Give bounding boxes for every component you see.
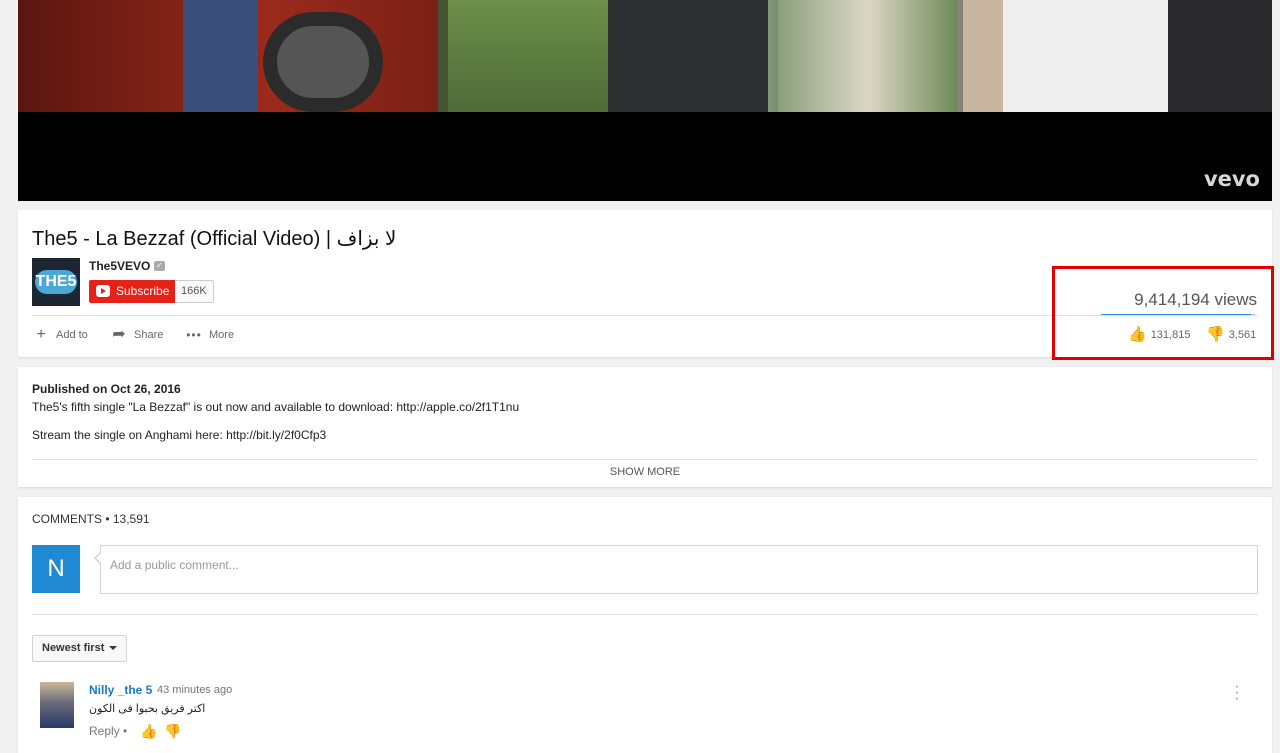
subscribe-label: Subscribe bbox=[116, 284, 170, 298]
video-player[interactable]: vevo bbox=[18, 0, 1272, 201]
more-label: More bbox=[209, 329, 235, 341]
subscriber-count: 166K bbox=[175, 280, 214, 303]
comments-card: COMMENTS • 13,591 N Add a public comment… bbox=[18, 497, 1272, 753]
comment-thumbs-up-icon[interactable]: 👍 bbox=[140, 723, 157, 740]
youtube-play-icon bbox=[96, 285, 110, 297]
subscribe-button[interactable]: Subscribe bbox=[89, 280, 177, 303]
stats-highlight-box bbox=[1052, 266, 1274, 360]
divider bbox=[32, 614, 1258, 615]
add-to-button[interactable]: + Add to bbox=[32, 326, 88, 344]
comment-input[interactable]: Add a public comment... bbox=[94, 545, 1258, 594]
comment-menu-icon[interactable]: · · · bbox=[1233, 679, 1241, 707]
plus-icon: + bbox=[36, 326, 46, 344]
description-line: The5's fifth single "La Bezzaf" is out n… bbox=[32, 400, 520, 414]
share-label: Share bbox=[134, 329, 164, 341]
published-date: Published on Oct 26, 2016 bbox=[32, 382, 181, 396]
description-line: Stream the single on Anghami here: http:… bbox=[32, 428, 327, 442]
vevo-watermark: vevo bbox=[1203, 167, 1260, 191]
share-button[interactable]: ➦ Share bbox=[110, 326, 163, 344]
add-to-label: Add to bbox=[56, 329, 88, 341]
more-button[interactable]: ••• More bbox=[185, 326, 234, 344]
channel-avatar[interactable]: THE5 bbox=[32, 258, 80, 306]
description-card: Published on Oct 26, 2016 The5's fifth s… bbox=[18, 367, 1272, 487]
channel-logo: THE5 bbox=[35, 270, 77, 294]
comment-time[interactable]: 43 minutes ago bbox=[157, 684, 232, 696]
video-title: The5 - La Bezzaf (Official Video) | لا ب… bbox=[32, 228, 397, 250]
commenter-avatar[interactable] bbox=[40, 682, 74, 728]
comment-thumbs-down-icon[interactable]: 👎 bbox=[164, 723, 181, 740]
sort-label: Newest first bbox=[42, 642, 105, 654]
divider bbox=[32, 459, 1258, 460]
caret-down-icon bbox=[109, 646, 118, 651]
reply-button[interactable]: Reply • bbox=[89, 724, 127, 738]
more-dots-icon: ••• bbox=[186, 328, 202, 343]
share-icon: ➦ bbox=[112, 326, 126, 344]
sort-dropdown[interactable]: Newest first bbox=[32, 635, 128, 662]
channel-name[interactable]: The5VEVO bbox=[89, 259, 150, 273]
show-more-button[interactable]: SHOW MORE bbox=[18, 466, 1272, 478]
comments-header: COMMENTS • 13,591 bbox=[32, 512, 150, 526]
video-frame bbox=[18, 0, 1272, 112]
verified-icon: ✓ bbox=[154, 261, 165, 271]
comment-author[interactable]: Nilly _the 5 bbox=[89, 683, 152, 697]
comment-text: اكتر فريق بحبوا فى الكون bbox=[89, 703, 206, 715]
user-avatar: N bbox=[32, 545, 80, 593]
